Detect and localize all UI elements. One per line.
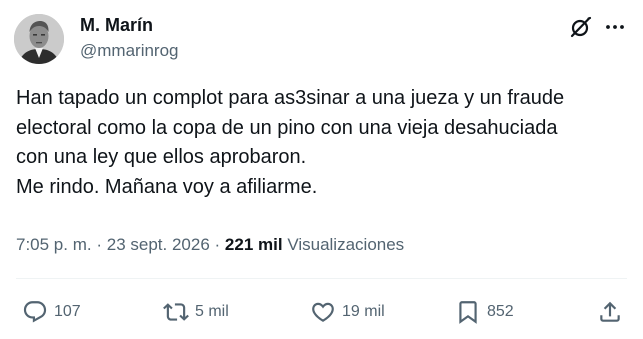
views-label: Visualizaciones: [287, 235, 405, 254]
tweet-time[interactable]: 7:05 p. m.: [16, 235, 92, 254]
like-button[interactable]: 19 mil: [310, 298, 385, 326]
tweet-meta: 7:05 p. m. · 23 sept. 2026 · 221 mil Vis…: [16, 235, 404, 255]
tweet-line: electoral como la copa de un pino con un…: [16, 116, 558, 139]
tweet-line: con una ley que ellos aprobaron.: [16, 146, 307, 168]
bookmark-button[interactable]: 852: [455, 298, 514, 326]
like-icon: [312, 302, 334, 322]
repost-icon: [163, 303, 189, 321]
repost-button[interactable]: 5 mil: [163, 298, 229, 326]
reply-icon: [23, 301, 47, 323]
reply-button[interactable]: 107: [22, 298, 81, 326]
author-name[interactable]: M. Marín: [80, 15, 153, 36]
reply-count: 107: [54, 303, 81, 320]
share-button[interactable]: [597, 298, 623, 326]
avatar[interactable]: [14, 14, 64, 64]
meta-separator: ·: [96, 235, 103, 254]
tweet-text: Han tapado un complot para as3sinar a un…: [16, 84, 631, 202]
author-handle[interactable]: @mmarinrog: [80, 41, 179, 61]
more-options-icon[interactable]: [603, 15, 627, 39]
divider: [16, 278, 627, 279]
tweet-date[interactable]: 23 sept. 2026: [107, 235, 210, 254]
meta-separator: ·: [214, 235, 221, 254]
bookmark-icon: [459, 301, 477, 324]
bookmark-count: 852: [487, 303, 514, 320]
like-count: 19 mil: [342, 303, 385, 320]
views-count: 221 mil: [224, 235, 283, 254]
avatar-photo: [14, 14, 64, 64]
tweet-line: Han tapado un complot para as3sinar a un…: [16, 87, 565, 109]
grok-icon[interactable]: [569, 15, 593, 39]
tweet-line: Me rindo. Mañana voy a afiliarme.: [16, 175, 318, 198]
share-icon: [600, 301, 620, 322]
repost-count: 5 mil: [195, 303, 229, 320]
